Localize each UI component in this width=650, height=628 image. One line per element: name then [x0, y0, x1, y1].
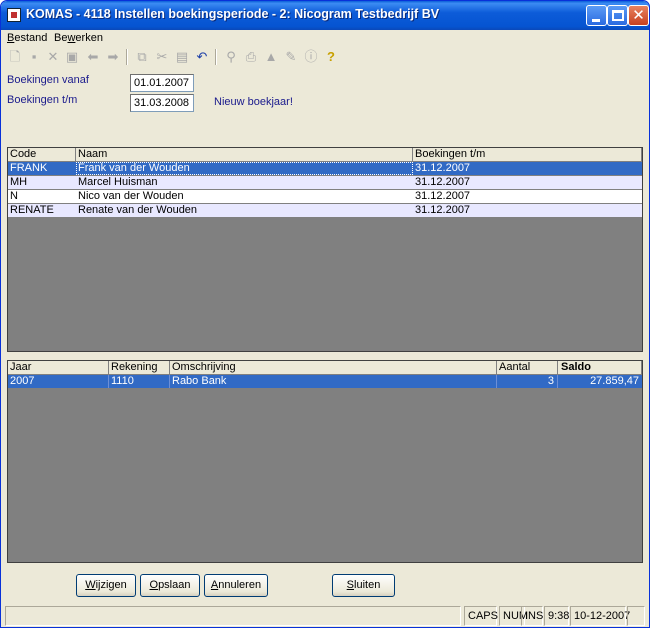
cell-naam: Nico van der Wouden: [78, 190, 184, 202]
table-row[interactable]: MH Marcel Huisman 31.12.2007: [8, 176, 642, 189]
cell-jaar: 2007: [8, 375, 109, 388]
menu-bar: Bestand Bewerken: [1, 30, 649, 46]
status-time: 9:38: [544, 606, 569, 626]
cell-boekingen-tm: 31.12.2007: [415, 162, 471, 174]
cut-icon[interactable]: ✂: [154, 49, 170, 65]
table-row[interactable]: 2007 1110 Rabo Bank 3 27.859,47: [8, 375, 642, 388]
paste-icon[interactable]: ▤: [174, 49, 190, 65]
accounts-grid[interactable]: Jaar Rekening Omschrijving Aantal Saldo …: [7, 360, 643, 563]
menu-bestand[interactable]: Bestand: [7, 30, 47, 46]
close-button[interactable]: ✕: [628, 5, 649, 26]
undo-icon[interactable]: ↶: [194, 49, 210, 65]
previous-icon[interactable]: ⬅: [85, 49, 101, 65]
cell-boekingen-tm: 31.12.2007: [415, 176, 471, 188]
cell-naam: Renate van der Wouden: [78, 204, 198, 216]
maximize-icon: [612, 10, 624, 21]
column-header-jaar[interactable]: Jaar: [8, 361, 109, 375]
cell-boekingen-tm: 31.12.2007: [415, 190, 471, 202]
column-header-boekingen-tm[interactable]: Boekingen t/m: [413, 148, 642, 162]
new-icon[interactable]: 🗋: [7, 49, 23, 65]
cell-omschrijving: Rabo Bank: [170, 375, 497, 388]
save-as-icon[interactable]: ▣: [64, 49, 80, 65]
copy-icon[interactable]: ⧉: [134, 49, 150, 65]
title-bar[interactable]: KOMAS - 4118 Instellen boekingsperiode -…: [1, 1, 649, 30]
cell-aantal: 3: [497, 375, 558, 388]
toolbar-separator: [215, 49, 217, 65]
status-message-panel: [5, 606, 461, 626]
cell-naam: Frank van der Wouden: [76, 162, 413, 175]
maximize-button[interactable]: [607, 5, 628, 26]
cell-code: N: [10, 190, 18, 202]
column-header-omschrijving[interactable]: Omschrijving: [170, 361, 497, 375]
toolbar: 🗋 ▪ ✕ ▣ ⬅ ➡ ⧉ ✂ ▤ ↶ ⚲ ⎙ ▲ ✎ ⓘ ?: [5, 48, 645, 68]
cell-saldo: 27.859,47: [590, 375, 639, 387]
boekingen-tm-field[interactable]: 31.03.2008: [130, 94, 194, 112]
help-icon[interactable]: ?: [323, 49, 339, 65]
accounts-grid-header: Jaar Rekening Omschrijving Aantal Saldo: [8, 361, 642, 375]
cell-code: MH: [10, 176, 28, 188]
next-icon[interactable]: ➡: [105, 49, 121, 65]
delete-icon[interactable]: ✕: [45, 49, 61, 65]
column-header-naam[interactable]: Naam: [76, 148, 413, 162]
status-ins: INS: [521, 606, 543, 626]
table-row[interactable]: RENATE Renate van der Wouden 31.12.2007: [8, 204, 642, 217]
annuleren-button[interactable]: Annuleren: [204, 574, 268, 597]
window-title: KOMAS - 4118 Instellen boekingsperiode -…: [26, 7, 440, 21]
main-window: KOMAS - 4118 Instellen boekingsperiode -…: [0, 0, 650, 628]
cell-code: FRANK: [10, 162, 48, 174]
cell-naam: Marcel Huisman: [78, 176, 158, 188]
close-icon: ✕: [632, 7, 645, 24]
app-icon[interactable]: [7, 8, 21, 22]
cell-code: RENATE: [10, 204, 54, 216]
wijzigen-button[interactable]: Wijzigen: [76, 574, 136, 597]
bell-icon[interactable]: ▲: [263, 49, 279, 65]
toolbar-separator: [126, 49, 128, 65]
new-fiscal-year-note: Nieuw boekjaar!: [214, 96, 293, 108]
edit-note-icon[interactable]: ✎: [283, 49, 299, 65]
users-grid[interactable]: Code Naam Boekingen t/m FRANK Frank van …: [7, 147, 643, 352]
info-icon[interactable]: ⓘ: [303, 49, 319, 65]
cell-boekingen-tm: 31.12.2007: [415, 204, 471, 216]
users-grid-header: Code Naam Boekingen t/m: [8, 148, 642, 162]
column-header-code[interactable]: Code: [8, 148, 76, 162]
table-row[interactable]: N Nico van der Wouden 31.12.2007: [8, 190, 642, 203]
size-grip[interactable]: [627, 606, 645, 626]
column-header-saldo[interactable]: Saldo: [558, 361, 642, 375]
minimize-button[interactable]: [586, 5, 607, 26]
save-icon[interactable]: ▪: [26, 49, 42, 65]
minimize-icon: [592, 19, 600, 22]
column-header-rekening[interactable]: Rekening: [109, 361, 170, 375]
label-boekingen-tm: Boekingen t/m: [7, 94, 78, 106]
status-date: 10-12-2007: [570, 606, 630, 626]
find-icon[interactable]: ⚲: [223, 49, 239, 65]
label-boekingen-vanaf: Boekingen vanaf: [7, 74, 89, 86]
status-caps: CAPS: [464, 606, 498, 626]
boekingen-vanaf-field[interactable]: 01.01.2007: [130, 74, 194, 92]
menu-bewerken[interactable]: Bewerken: [54, 30, 103, 46]
sluiten-button[interactable]: Sluiten: [332, 574, 395, 597]
column-header-aantal[interactable]: Aantal: [497, 361, 558, 375]
cell-rekening: 1110: [109, 375, 170, 388]
opslaan-button[interactable]: Opslaan: [140, 574, 200, 597]
table-row[interactable]: FRANK Frank van der Wouden 31.12.2007: [8, 162, 642, 175]
status-bar: CAPS NUM INS 9:38 10-12-2007: [5, 606, 645, 626]
print-icon[interactable]: ⎙: [243, 49, 259, 65]
